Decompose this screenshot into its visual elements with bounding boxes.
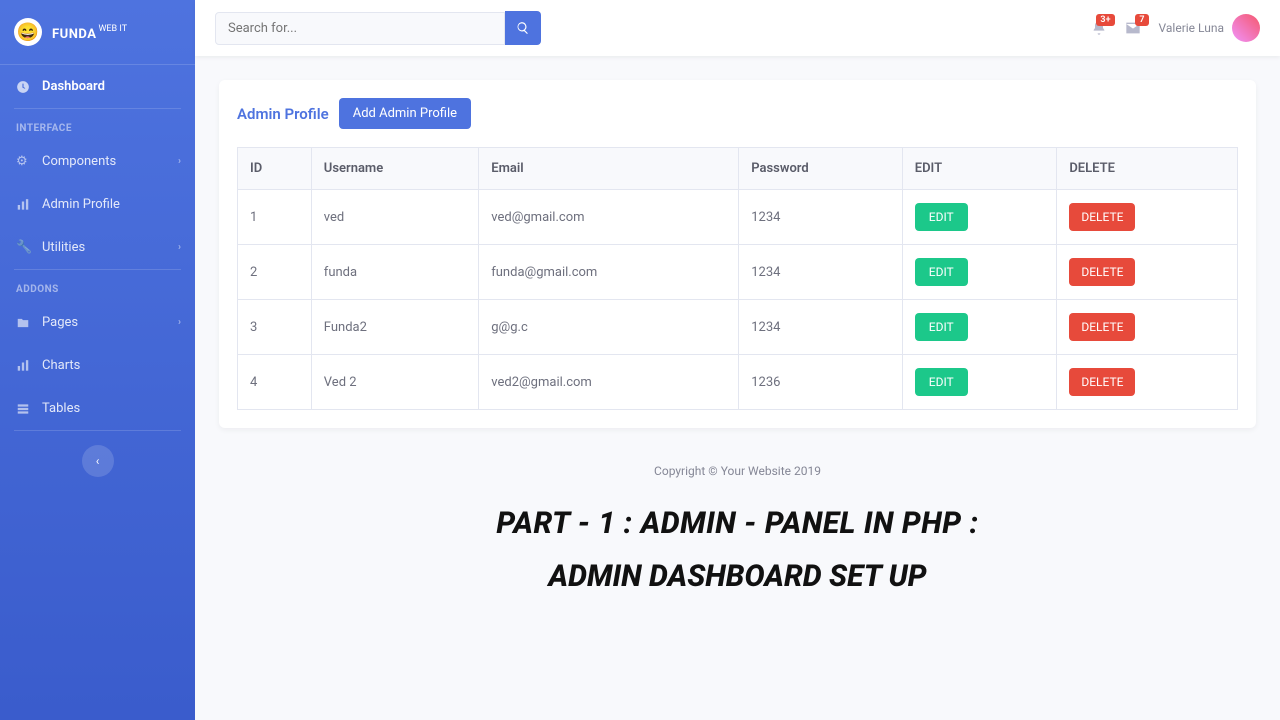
nav-label: Dashboard: [42, 79, 105, 94]
cell-id: 3: [238, 300, 312, 355]
nav-label: Admin Profile: [42, 197, 120, 212]
cell-edit: EDIT: [902, 245, 1057, 300]
th-password: Password: [739, 148, 903, 190]
cell-username: Funda2: [311, 300, 478, 355]
notifications-mail[interactable]: 7: [1125, 20, 1141, 36]
search-icon: [516, 21, 530, 35]
cell-password: 1236: [739, 355, 903, 410]
wrench-icon: 🔧: [16, 240, 32, 255]
main: Admin Profile Add Admin Profile ID Usern…: [195, 56, 1280, 720]
admin-table: ID Username Email Password EDIT DELETE 1…: [237, 147, 1238, 410]
nav-components[interactable]: ⚙ Components ›: [0, 140, 195, 183]
cell-edit: EDIT: [902, 355, 1057, 410]
add-admin-profile-button[interactable]: Add Admin Profile: [339, 98, 471, 129]
badge: 7: [1135, 14, 1148, 26]
cell-id: 2: [238, 245, 312, 300]
delete-button[interactable]: DELETE: [1069, 203, 1135, 231]
edit-button[interactable]: EDIT: [915, 258, 968, 286]
cell-password: 1234: [739, 300, 903, 355]
banner: PART - 1 : ADMIN - PANEL IN PHP : ADMIN …: [219, 506, 1256, 594]
cell-email: funda@gmail.com: [479, 245, 739, 300]
table-row: 3Funda2g@g.c1234 EDIT DELETE: [238, 300, 1238, 355]
nav-dashboard[interactable]: Dashboard: [0, 65, 195, 108]
table-icon: [16, 402, 32, 416]
cell-email: ved2@gmail.com: [479, 355, 739, 410]
footer: Copyright © Your Website 2019: [219, 448, 1256, 494]
cell-password: 1234: [739, 245, 903, 300]
chevron-right-icon: ›: [178, 156, 181, 167]
cell-delete: DELETE: [1057, 190, 1238, 245]
search-button[interactable]: [505, 11, 541, 45]
content: 3+ 7 Valerie Luna Admin Profile Add Admi…: [195, 0, 1280, 720]
table-row: 1vedved@gmail.com1234 EDIT DELETE: [238, 190, 1238, 245]
cell-edit: EDIT: [902, 190, 1057, 245]
nav-label: Tables: [42, 401, 80, 416]
nav-heading-interface: INTERFACE: [0, 109, 195, 140]
delete-button[interactable]: DELETE: [1069, 258, 1135, 286]
nav-label: Pages: [42, 315, 78, 330]
cell-id: 4: [238, 355, 312, 410]
table-row: 4Ved 2ved2@gmail.com1236 EDIT DELETE: [238, 355, 1238, 410]
badge: 3+: [1096, 14, 1114, 26]
nav-label: Components: [42, 154, 116, 169]
th-delete: DELETE: [1057, 148, 1238, 190]
search: [215, 11, 541, 45]
banner-line1: PART - 1 : ADMIN - PANEL IN PHP :: [219, 506, 1256, 541]
nav-admin-profile[interactable]: Admin Profile: [0, 183, 195, 226]
brand[interactable]: 😄 FUNDAWEB IT: [0, 0, 195, 65]
nav-label: Utilities: [42, 240, 85, 255]
chevron-right-icon: ›: [178, 317, 181, 328]
edit-button[interactable]: EDIT: [915, 313, 968, 341]
delete-button[interactable]: DELETE: [1069, 313, 1135, 341]
cell-password: 1234: [739, 190, 903, 245]
banner-line2: ADMIN DASHBOARD SET UP: [219, 559, 1256, 594]
th-username: Username: [311, 148, 478, 190]
notifications-bell[interactable]: 3+: [1091, 20, 1107, 36]
th-email: Email: [479, 148, 739, 190]
th-edit: EDIT: [902, 148, 1057, 190]
cell-email: g@g.c: [479, 300, 739, 355]
user-menu[interactable]: Valerie Luna: [1159, 14, 1260, 42]
cell-edit: EDIT: [902, 300, 1057, 355]
nav-heading-addons: ADDONS: [0, 270, 195, 301]
admin-profile-card: Admin Profile Add Admin Profile ID Usern…: [219, 80, 1256, 428]
cell-delete: DELETE: [1057, 300, 1238, 355]
avatar: [1232, 14, 1260, 42]
user-name: Valerie Luna: [1159, 21, 1224, 35]
brand-icon: 😄: [14, 18, 42, 46]
folder-icon: [16, 316, 32, 330]
table-row: 2fundafunda@gmail.com1234 EDIT DELETE: [238, 245, 1238, 300]
cell-email: ved@gmail.com: [479, 190, 739, 245]
nav-utilities[interactable]: 🔧 Utilities ›: [0, 226, 195, 269]
cell-delete: DELETE: [1057, 245, 1238, 300]
cell-username: ved: [311, 190, 478, 245]
dashboard-icon: [16, 80, 32, 94]
divider: [14, 430, 181, 431]
nav-tables[interactable]: Tables: [0, 387, 195, 430]
nav-pages[interactable]: Pages ›: [0, 301, 195, 344]
topbar-right: 3+ 7 Valerie Luna: [1091, 14, 1260, 42]
chevron-right-icon: ›: [178, 242, 181, 253]
collapse-sidebar-button[interactable]: ‹: [82, 445, 114, 477]
card-header: Admin Profile Add Admin Profile: [237, 98, 1238, 129]
search-input[interactable]: [215, 12, 505, 45]
nav-label: Charts: [42, 358, 80, 373]
edit-button[interactable]: EDIT: [915, 368, 968, 396]
edit-button[interactable]: EDIT: [915, 203, 968, 231]
table-header-row: ID Username Email Password EDIT DELETE: [238, 148, 1238, 190]
nav-charts[interactable]: Charts: [0, 344, 195, 387]
th-id: ID: [238, 148, 312, 190]
brand-text: FUNDAWEB IT: [52, 23, 127, 42]
cell-id: 1: [238, 190, 312, 245]
cell-delete: DELETE: [1057, 355, 1238, 410]
chart-icon: [16, 198, 32, 212]
chart-icon: [16, 359, 32, 373]
cell-username: Ved 2: [311, 355, 478, 410]
card-title: Admin Profile: [237, 105, 329, 123]
gear-icon: ⚙: [16, 154, 32, 169]
sidebar: 😄 FUNDAWEB IT Dashboard INTERFACE ⚙ Comp…: [0, 0, 195, 720]
cell-username: funda: [311, 245, 478, 300]
delete-button[interactable]: DELETE: [1069, 368, 1135, 396]
topbar: 3+ 7 Valerie Luna: [195, 0, 1280, 56]
